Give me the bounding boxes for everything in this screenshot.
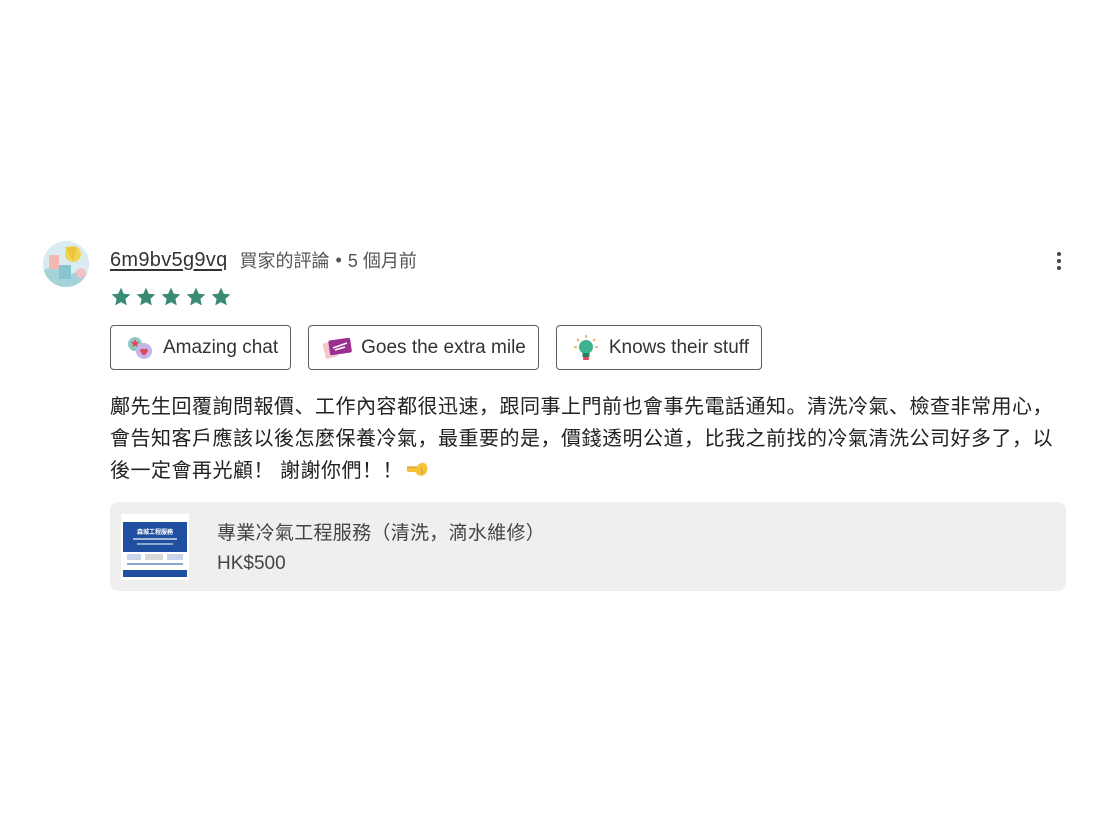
badge-label: Knows their stuff: [608, 336, 749, 358]
star-icon: [110, 286, 132, 308]
more-dot-icon: [1057, 252, 1061, 256]
more-dot-icon: [1057, 259, 1061, 263]
lightbulb-icon: [571, 334, 601, 362]
avatar[interactable]: [43, 241, 89, 287]
review-body: 鄺先生回覆詢問報價、工作內容都很迅速，跟同事上門前也會事先電話通知。清洗冷氣、檢…: [110, 396, 1053, 482]
badge-knows-their-stuff[interactable]: Knows their stuff: [555, 325, 762, 370]
star-icon: [160, 286, 182, 308]
separator-dot: •: [335, 249, 342, 270]
star-icon: [135, 286, 157, 308]
chat-heart-icon: [125, 334, 155, 362]
avatar-image: [43, 241, 89, 287]
review-header: 6m9bv5g9vq 買家的評論 • 5 個月前: [110, 241, 1066, 279]
ticket-icon: [323, 334, 353, 362]
star-icon: [210, 286, 232, 308]
review-type-label: 買家的評論: [239, 251, 330, 271]
review-text: 鄺先生回覆詢問報價、工作內容都很迅速，跟同事上門前也會事先電話通知。清洗冷氣、檢…: [110, 391, 1060, 490]
more-options-button[interactable]: [1049, 248, 1069, 274]
reviewer-username[interactable]: 6m9bv5g9vq: [110, 249, 228, 272]
star-rating: [110, 286, 1066, 308]
badge-label: Amazing chat: [163, 336, 279, 358]
more-dot-icon: [1057, 266, 1061, 270]
service-title[interactable]: 專業冷氣工程服務（清洗，滴水維修）: [217, 518, 545, 545]
badge-amazing-chat[interactable]: Amazing chat: [110, 325, 292, 370]
review-badges: Amazing chat Goes the extra mile Knows t…: [110, 325, 1066, 370]
pointing-hand-icon: [405, 458, 429, 490]
service-thumbnail: 森城工程服務: [121, 513, 189, 580]
star-icon: [185, 286, 207, 308]
service-card[interactable]: 森城工程服務 專業冷氣工程服務（清洗，滴水維修） HK$500: [110, 502, 1066, 591]
badge-label: Goes the extra mile: [361, 336, 526, 358]
badge-goes-extra-mile[interactable]: Goes the extra mile: [308, 325, 539, 370]
thumb-title: 森城工程服務: [136, 528, 174, 536]
review-time: 5 個月前: [347, 251, 417, 271]
service-price: HK$500: [217, 553, 286, 574]
